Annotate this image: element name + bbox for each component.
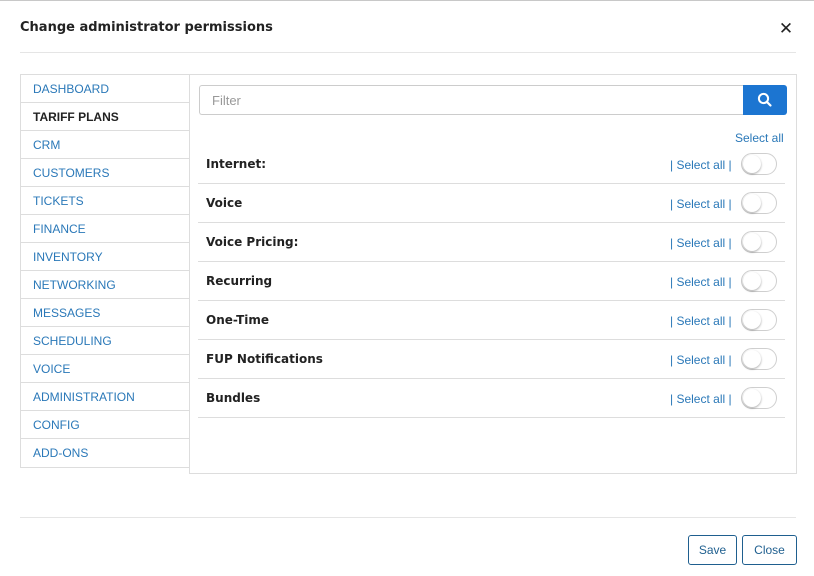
row-select-all: | Select all | bbox=[670, 158, 732, 172]
permission-toggle[interactable] bbox=[741, 192, 777, 214]
sidebar-item-customers[interactable]: CUSTOMERS bbox=[21, 159, 190, 187]
sidebar-item-messages[interactable]: MESSAGES bbox=[21, 299, 190, 327]
row-select-all-link[interactable]: Select all bbox=[676, 275, 725, 289]
row-select-all: | Select all | bbox=[670, 236, 732, 250]
select-all-link[interactable]: Select all bbox=[735, 131, 784, 145]
sidebar-item-dashboard[interactable]: DASHBOARD bbox=[21, 75, 190, 103]
toggle-knob bbox=[743, 194, 761, 212]
separator: | bbox=[725, 275, 732, 289]
sidebar-item-administration[interactable]: ADMINISTRATION bbox=[21, 383, 190, 411]
filter-input[interactable] bbox=[199, 85, 744, 115]
toggle-knob bbox=[743, 350, 761, 368]
footer-divider bbox=[20, 517, 796, 518]
permissions-dialog: Change administrator permissions ✕ DASHB… bbox=[0, 0, 814, 576]
row-select-all: | Select all | bbox=[670, 197, 732, 211]
permission-toggle[interactable] bbox=[741, 387, 777, 409]
row-select-all-link[interactable]: Select all bbox=[676, 158, 725, 172]
dialog-header: Change administrator permissions ✕ bbox=[0, 1, 814, 53]
toggle-knob bbox=[743, 311, 761, 329]
sidebar-item-networking[interactable]: NETWORKING bbox=[21, 271, 190, 299]
permission-category-sidebar: DASHBOARD TARIFF PLANS CRM CUSTOMERS TICKETS… bbox=[20, 74, 190, 468]
permission-label: Internet: bbox=[206, 157, 267, 171]
sidebar-item-crm[interactable]: CRM bbox=[21, 131, 190, 159]
toggle-knob bbox=[743, 389, 761, 407]
separator: | bbox=[725, 158, 732, 172]
sidebar-item-voice[interactable]: VOICE bbox=[21, 355, 190, 383]
sidebar-item-tariff-plans[interactable]: TARIFF PLANS bbox=[21, 103, 190, 131]
row-select-all: | Select all | bbox=[670, 275, 732, 289]
permission-row: Voice | Select all | bbox=[198, 184, 785, 223]
row-select-all: | Select all | bbox=[670, 392, 732, 406]
sidebar-item-config[interactable]: CONFIG bbox=[21, 411, 190, 439]
header-divider bbox=[20, 52, 796, 53]
permission-label: Recurring bbox=[206, 274, 273, 288]
close-button[interactable]: Close bbox=[742, 535, 797, 565]
permission-label: Bundles bbox=[206, 391, 261, 405]
permissions-panel: Select all Internet: | Select all | Voice |… bbox=[189, 74, 797, 474]
toggle-knob bbox=[743, 272, 761, 290]
permission-toggle[interactable] bbox=[741, 153, 777, 175]
search-button[interactable] bbox=[743, 85, 787, 115]
separator: | bbox=[725, 197, 732, 211]
sidebar-item-finance[interactable]: FINANCE bbox=[21, 215, 190, 243]
separator: | bbox=[725, 392, 732, 406]
separator: | bbox=[725, 236, 732, 250]
permission-label: Voice bbox=[206, 196, 243, 210]
search-icon bbox=[757, 92, 772, 107]
separator: | bbox=[725, 314, 732, 328]
permission-label: FUP Notifications bbox=[206, 352, 323, 366]
row-select-all-link[interactable]: Select all bbox=[676, 353, 725, 367]
permission-toggle[interactable] bbox=[741, 270, 777, 292]
row-select-all: | Select all | bbox=[670, 353, 732, 367]
row-select-all-link[interactable]: Select all bbox=[676, 314, 725, 328]
save-button[interactable]: Save bbox=[688, 535, 737, 565]
row-select-all: | Select all | bbox=[670, 314, 732, 328]
permission-row: Bundles | Select all | bbox=[198, 379, 785, 418]
toggle-knob bbox=[743, 233, 761, 251]
sidebar-item-inventory[interactable]: INVENTORY bbox=[21, 243, 190, 271]
close-icon[interactable]: ✕ bbox=[778, 19, 794, 39]
toggle-knob bbox=[743, 155, 761, 173]
permission-row: One-Time | Select all | bbox=[198, 301, 785, 340]
permission-row: Recurring | Select all | bbox=[198, 262, 785, 301]
permission-label: One-Time bbox=[206, 313, 270, 327]
sidebar-item-tickets[interactable]: TICKETS bbox=[21, 187, 190, 215]
permission-row: FUP Notifications | Select all | bbox=[198, 340, 785, 379]
row-select-all-link[interactable]: Select all bbox=[676, 392, 725, 406]
row-select-all-link[interactable]: Select all bbox=[676, 236, 725, 250]
separator: | bbox=[725, 353, 732, 367]
permission-toggle[interactable] bbox=[741, 309, 777, 331]
sidebar-item-add-ons[interactable]: ADD-ONS bbox=[21, 439, 190, 467]
row-select-all-link[interactable]: Select all bbox=[676, 197, 725, 211]
permission-toggle[interactable] bbox=[741, 348, 777, 370]
dialog-title: Change administrator permissions bbox=[20, 20, 273, 35]
permission-row: Internet: | Select all | bbox=[198, 145, 785, 184]
sidebar-item-scheduling[interactable]: SCHEDULING bbox=[21, 327, 190, 355]
permission-toggle[interactable] bbox=[741, 231, 777, 253]
permission-label: Voice Pricing: bbox=[206, 235, 299, 249]
permission-row: Voice Pricing: | Select all | bbox=[198, 223, 785, 262]
